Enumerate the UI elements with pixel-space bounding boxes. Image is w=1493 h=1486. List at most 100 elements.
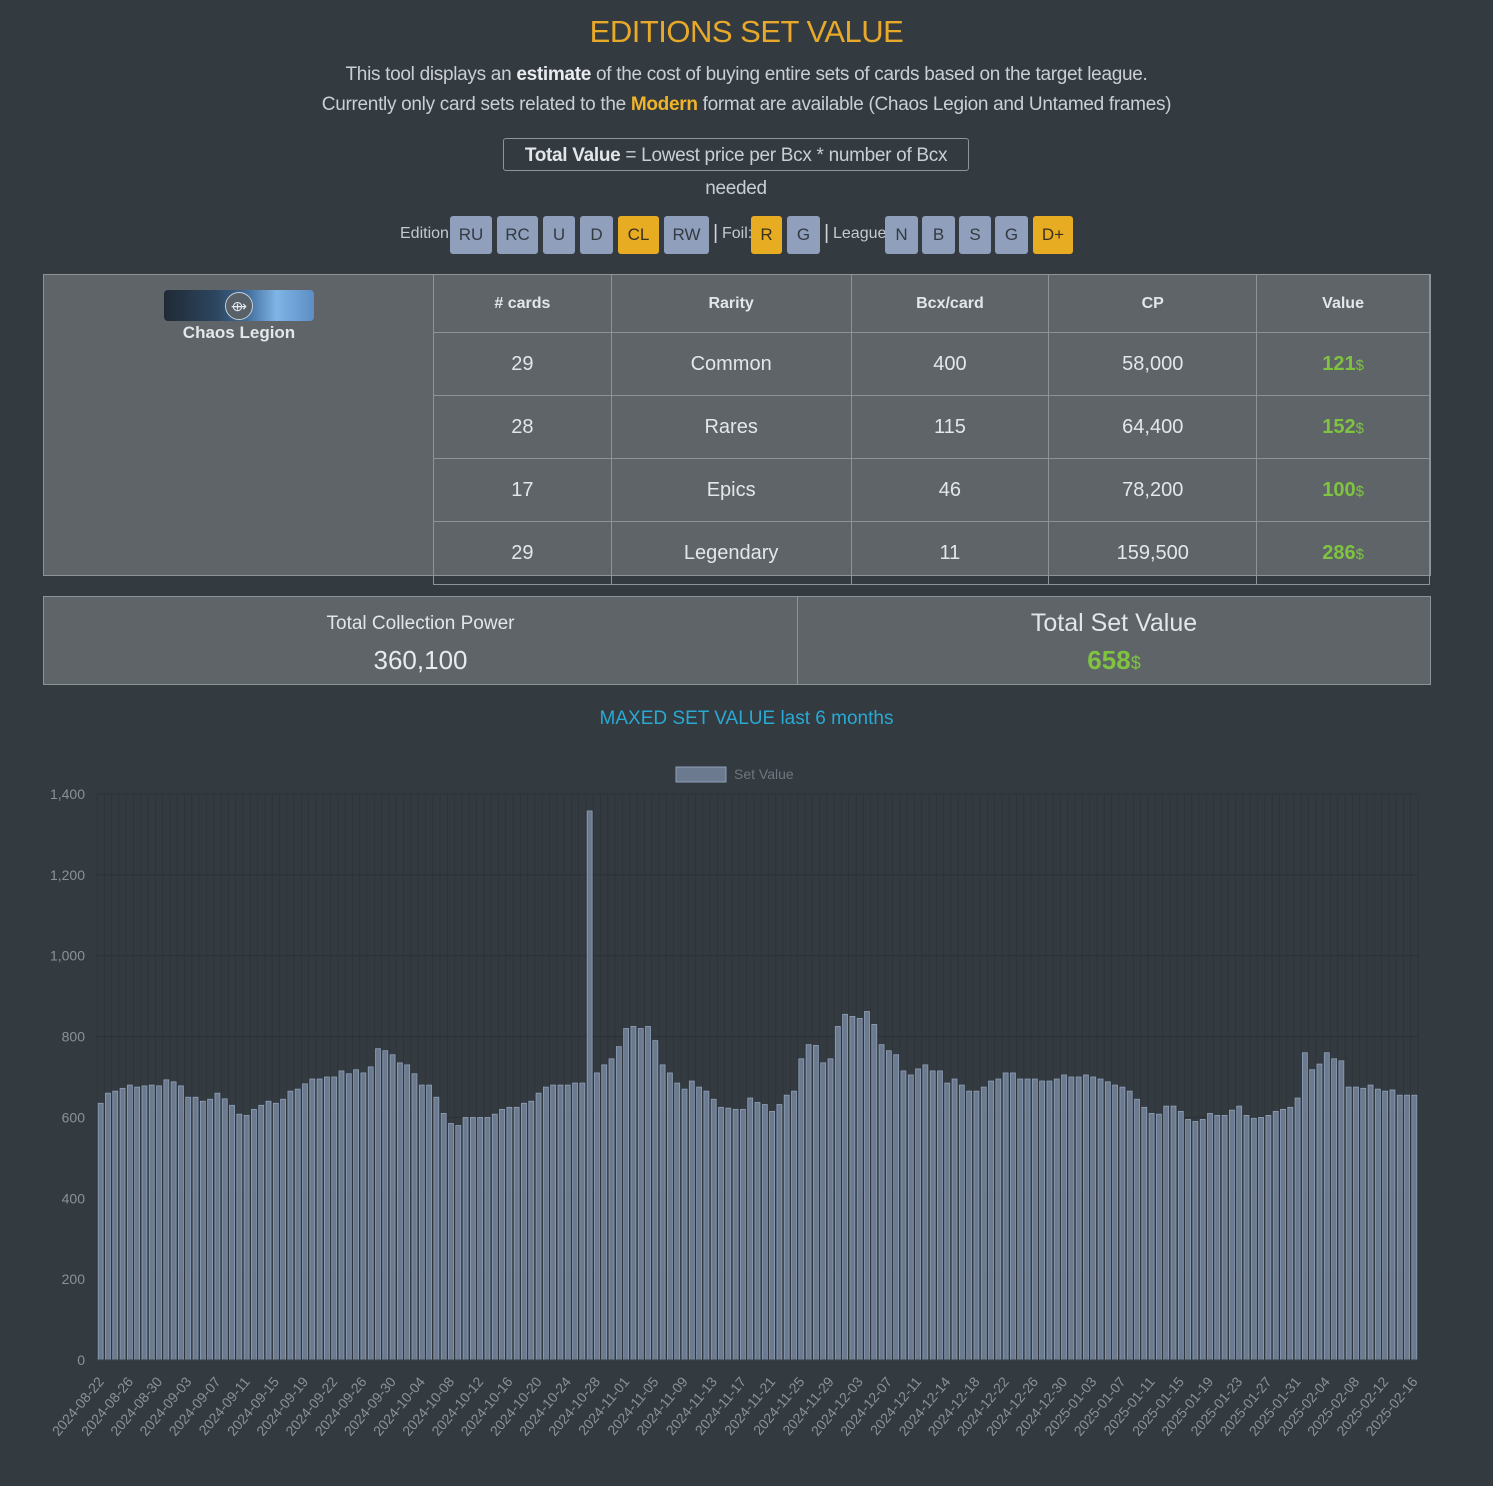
league-button-dplus[interactable]: D+ — [1033, 216, 1073, 254]
chart-bar — [345, 1073, 352, 1361]
currency-symbol: $ — [1355, 419, 1364, 437]
chart-bar — [732, 1108, 739, 1361]
chart-bar — [1338, 1060, 1345, 1361]
chart-bar — [1156, 1113, 1162, 1361]
edition-button-u[interactable]: U — [543, 216, 575, 254]
chart-bar — [1280, 1108, 1286, 1361]
edition-button-rw[interactable]: RW — [664, 216, 709, 254]
chart-bar — [791, 1090, 797, 1361]
chart-bar — [1411, 1094, 1418, 1361]
edition-button-ru[interactable]: RU — [450, 216, 492, 254]
chart-bar — [316, 1078, 323, 1361]
chart-bar — [484, 1117, 491, 1361]
chart-bar — [594, 1072, 600, 1361]
chart-bar — [97, 1102, 104, 1361]
chart-bar — [112, 1090, 119, 1361]
desc-text: format are available (Chaos Legion and U… — [697, 94, 1172, 115]
cell-cp: 159,500 — [1048, 521, 1258, 585]
chart-bar — [309, 1078, 316, 1361]
chart-bar — [944, 1082, 951, 1361]
chart-bar — [1097, 1078, 1104, 1361]
y-tick-label: 0 — [77, 1352, 85, 1368]
chart-bar — [747, 1097, 754, 1361]
currency-symbol: $ — [1355, 356, 1364, 374]
chart-bar — [1207, 1112, 1213, 1361]
table-row: 29 Legendary 11 159,500 286$ — [433, 521, 1430, 585]
chart-bar — [937, 1070, 943, 1361]
chart-bar — [1141, 1106, 1148, 1361]
chart-bar — [280, 1098, 286, 1361]
chart-bar — [214, 1092, 221, 1361]
chart-bar — [1229, 1109, 1235, 1361]
chart-bar — [652, 1040, 659, 1361]
table-header-row: # cards Rarity Bcx/card CP Value — [433, 274, 1430, 333]
cell-value: 286$ — [1256, 521, 1430, 585]
edition-banner: ⟴ — [164, 290, 314, 321]
chart-bar — [433, 1096, 440, 1361]
chart-bar — [849, 1015, 856, 1361]
chart-bar — [557, 1084, 564, 1361]
chart-bar — [521, 1102, 527, 1361]
chart-bar — [382, 1050, 389, 1361]
cell-cp: 58,000 — [1048, 332, 1258, 396]
currency-symbol: $ — [1355, 482, 1364, 500]
cell-cp: 78,200 — [1048, 458, 1258, 522]
cell-rarity: Rares — [610, 395, 852, 459]
chart-bar — [827, 1058, 834, 1361]
cell-rarity: Epics — [610, 458, 852, 522]
chart-bar — [1104, 1081, 1111, 1361]
chart-bar — [1265, 1115, 1272, 1361]
value-amount: 152 — [1322, 415, 1356, 438]
chart-bar — [1345, 1086, 1352, 1361]
chart-bar — [1061, 1074, 1067, 1361]
chart-bar — [564, 1084, 571, 1361]
chart-bar — [579, 1082, 586, 1361]
chart-bar — [418, 1084, 425, 1361]
edition-button-rc[interactable]: RC — [497, 216, 538, 254]
chart-bar — [1323, 1052, 1330, 1361]
chart-bar — [1301, 1052, 1308, 1361]
chart-bar — [885, 1050, 892, 1361]
chart-bar — [871, 1024, 878, 1361]
chart-bar — [1039, 1080, 1046, 1361]
chart-bar — [754, 1102, 761, 1361]
chart-bar — [258, 1104, 265, 1361]
col-header-cp: CP — [1048, 274, 1258, 333]
chart-bar — [1258, 1117, 1264, 1361]
chart-bar — [440, 1112, 447, 1361]
table-row: 29 Common 400 58,000 121$ — [433, 332, 1430, 396]
chart-bar — [1177, 1110, 1184, 1361]
filter-bar: Edition: RU RC U D CL RW | Foil: R G | L… — [0, 216, 1493, 254]
y-tick-label: 1,400 — [50, 786, 85, 802]
chart-bar — [1083, 1074, 1089, 1361]
foil-button-gold[interactable]: G — [787, 216, 820, 254]
chart-bar — [1126, 1090, 1133, 1361]
total-value-section: Total Set Value 658$ — [798, 597, 1430, 684]
league-button-b[interactable]: B — [922, 216, 955, 254]
chart-bar — [207, 1098, 214, 1361]
foil-label: Foil: — [722, 225, 753, 242]
league-button-s[interactable]: S — [959, 216, 991, 254]
chart-bar — [915, 1068, 921, 1361]
chart-bar — [688, 1080, 695, 1361]
league-button-n[interactable]: N — [885, 216, 918, 254]
chart-bar — [251, 1108, 257, 1361]
chart-bar — [221, 1098, 228, 1361]
edition-name: Chaos Legion — [182, 323, 296, 342]
desc-emphasis: estimate — [516, 64, 592, 85]
foil-button-regular[interactable]: R — [751, 216, 782, 254]
chart-bar — [1367, 1084, 1374, 1361]
chart-bar — [499, 1108, 505, 1361]
chart-bar — [776, 1104, 783, 1361]
y-tick-label: 200 — [62, 1271, 86, 1287]
league-button-g[interactable]: G — [995, 216, 1028, 254]
chart-bar — [1046, 1080, 1053, 1361]
chart-bar — [134, 1086, 141, 1361]
edition-button-cl[interactable]: CL — [618, 216, 659, 254]
chart-bar — [1243, 1115, 1250, 1361]
chart-bar — [105, 1092, 111, 1361]
chart-bar — [396, 1062, 403, 1361]
chart-bar — [469, 1117, 476, 1361]
chart-bar — [229, 1104, 235, 1361]
edition-button-d[interactable]: D — [580, 216, 613, 254]
